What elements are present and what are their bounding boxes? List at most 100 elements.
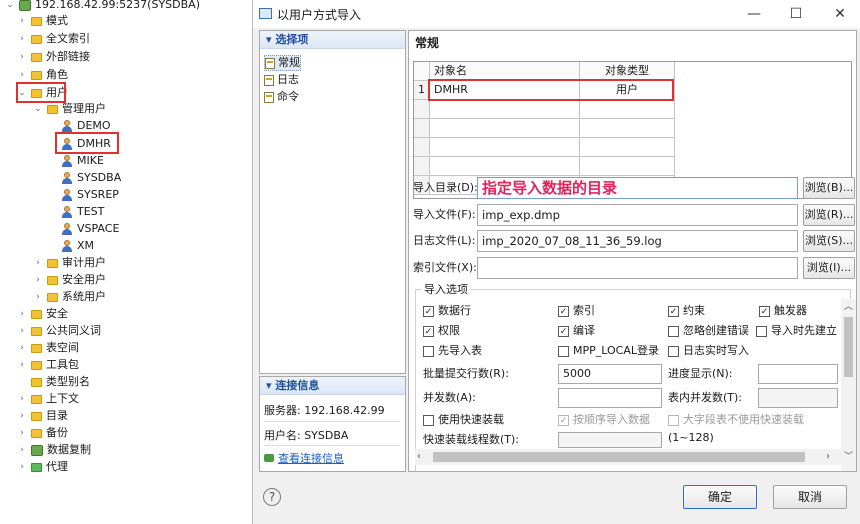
tree-item-public-synonym[interactable]: › 公共同义词 xyxy=(16,322,101,340)
browse-index-button[interactable]: 浏览(I)... xyxy=(803,257,855,279)
scroll-up-icon[interactable]: ︿ xyxy=(841,299,856,313)
opt-big-field-checkbox[interactable]: 大字段表不使用快速装载 xyxy=(668,412,804,428)
folder-icon xyxy=(31,16,42,26)
tree-item-replication[interactable]: › 数据复制 xyxy=(16,441,91,459)
ok-button[interactable]: 确定 xyxy=(683,485,757,509)
chevron-right-icon[interactable]: › xyxy=(16,390,28,408)
chevron-right-icon[interactable]: › xyxy=(16,407,28,425)
tree-item-fulltext[interactable]: › 全文索引 xyxy=(16,30,90,48)
parallel-input[interactable] xyxy=(558,388,662,408)
fast-threads-label: 快速装载线程数(T): xyxy=(423,433,520,446)
browse-file-button[interactable]: 浏览(R)... xyxy=(803,204,855,226)
tree-user-sysdba[interactable]: SYSDBA xyxy=(58,169,121,187)
chevron-right-icon[interactable]: › xyxy=(16,48,28,66)
browse-log-button[interactable]: 浏览(S)... xyxy=(803,230,855,252)
opt-fast-load-checkbox[interactable]: 使用快速装载 xyxy=(423,412,504,428)
scroll-thumb[interactable] xyxy=(844,317,853,377)
conn-header[interactable]: ▾ 连接信息 xyxy=(260,377,405,395)
tree-user-test[interactable]: TEST xyxy=(58,203,104,221)
table-parallel-input[interactable] xyxy=(758,388,838,408)
tree-item-admin-users[interactable]: ⌄ 管理用户 xyxy=(32,100,106,118)
opt-trigger-checkbox[interactable]: ✓ 触发器 xyxy=(759,303,807,319)
nav-item-log[interactable]: 日志 xyxy=(264,72,299,88)
import-file-input[interactable]: imp_exp.dmp xyxy=(477,204,798,226)
dialog-titlebar: 以用户方式导入 — ☐ ✕ xyxy=(253,0,860,28)
chevron-right-icon[interactable]: › xyxy=(16,441,28,459)
scroll-down-icon[interactable]: ﹀ xyxy=(841,449,856,463)
options-vertical-scrollbar[interactable]: ︿ ﹀ xyxy=(841,299,856,471)
tree-item-security[interactable]: › 安全 xyxy=(16,305,68,323)
minimize-button[interactable]: — xyxy=(743,4,765,24)
nav-item-command[interactable]: 命令 xyxy=(264,89,299,105)
opt-mpp-local-checkbox[interactable]: MPP_LOCAL登录 xyxy=(558,343,659,359)
chevron-down-icon[interactable]: ⌄ xyxy=(32,100,44,118)
log-file-input[interactable]: imp_2020_07_08_11_36_59.log xyxy=(477,230,798,252)
close-button[interactable]: ✕ xyxy=(829,4,851,24)
tree-item-system-users[interactable]: › 系统用户 xyxy=(32,288,106,306)
conn-link-row[interactable]: 查看连接信息 xyxy=(264,450,344,466)
import-dir-input[interactable]: 指定导入数据的目录 xyxy=(477,177,798,199)
progress-input[interactable] xyxy=(758,364,838,384)
chevron-right-icon[interactable]: › xyxy=(16,356,28,374)
tree-item-backup[interactable]: › 备份 xyxy=(16,424,68,442)
tree-item-directory[interactable]: › 目录 xyxy=(16,407,68,425)
tree-user-mike[interactable]: MIKE xyxy=(58,152,104,170)
opt-constraint-checkbox[interactable]: ✓ 约束 xyxy=(668,303,705,319)
maximize-button[interactable]: ☐ xyxy=(785,4,807,24)
fast-threads-input[interactable] xyxy=(558,432,662,448)
view-connection-link[interactable]: 查看连接信息 xyxy=(278,450,344,466)
tree-item-agent[interactable]: › 代理 xyxy=(16,458,68,476)
opt-index-checkbox[interactable]: ✓ 索引 xyxy=(558,303,595,319)
tree-item-context[interactable]: › 上下文 xyxy=(16,390,79,408)
hscroll-thumb[interactable] xyxy=(433,452,805,462)
scroll-left-icon[interactable]: ‹ xyxy=(417,450,429,464)
tree-item-label: 外部链接 xyxy=(46,50,90,63)
grid-cell-empty xyxy=(430,138,580,157)
tree-item-type-alias[interactable]: 类型别名 xyxy=(16,373,90,391)
chevron-right-icon[interactable]: › xyxy=(16,305,28,323)
chevron-right-icon[interactable]: › xyxy=(32,271,44,289)
tree-user-vspace[interactable]: VSPACE xyxy=(58,220,119,238)
chevron-right-icon[interactable]: › xyxy=(16,12,28,30)
tree-user-xm[interactable]: XM xyxy=(58,237,94,255)
help-icon[interactable]: ? xyxy=(263,488,281,506)
chevron-right-icon[interactable]: › xyxy=(16,424,28,442)
opt-compile-checkbox[interactable]: ✓ 编译 xyxy=(558,323,595,339)
tree-item-schema[interactable]: › 模式 xyxy=(16,12,68,30)
tree-item-tablespace[interactable]: › 表空间 xyxy=(16,339,79,357)
scroll-right-icon[interactable]: › xyxy=(826,450,838,464)
chevron-right-icon[interactable]: › xyxy=(16,458,28,476)
opt-table-first-checkbox[interactable]: 先导入表 xyxy=(423,343,482,359)
opt-label: 使用快速装载 xyxy=(438,413,504,426)
cancel-button[interactable]: 取消 xyxy=(773,485,847,509)
chevron-right-icon[interactable]: › xyxy=(16,30,28,48)
index-file-input[interactable] xyxy=(477,257,798,279)
chevron-right-icon[interactable]: › xyxy=(32,288,44,306)
nav-header[interactable]: ▾ 选择项 xyxy=(260,31,405,49)
nav-item-general[interactable]: 常规 xyxy=(264,55,301,71)
tree-item-audit-users[interactable]: › 审计用户 xyxy=(32,254,106,272)
opt-order-import-checkbox[interactable]: ✓ 按顺序导入数据 xyxy=(558,412,650,428)
chevron-right-icon[interactable]: › xyxy=(32,254,44,272)
opt-log-realtime-checkbox[interactable]: 日志实时写入 xyxy=(668,343,749,359)
import-options-legend: 导入选项 xyxy=(421,281,471,297)
tree-item-label: 安全 xyxy=(46,307,68,320)
tree-item-extlink[interactable]: › 外部链接 xyxy=(16,48,90,66)
grid-cell-empty xyxy=(430,119,580,138)
tree-item-security-users[interactable]: › 安全用户 xyxy=(32,271,106,289)
chevron-down-icon[interactable]: ⌄ xyxy=(4,0,16,14)
opt-grant-checkbox[interactable]: ✓ 权限 xyxy=(423,323,460,339)
grid-cell-empty xyxy=(430,100,580,119)
chevron-right-icon[interactable]: › xyxy=(16,322,28,340)
options-horizontal-scrollbar[interactable]: ‹ › xyxy=(415,449,841,465)
opt-import-first-checkbox[interactable]: 导入时先建立 xyxy=(756,323,840,339)
chevron-right-icon[interactable]: › xyxy=(16,339,28,357)
folder-icon xyxy=(31,428,42,438)
opt-rows-checkbox[interactable]: ✓ 数据行 xyxy=(423,303,471,319)
batch-commit-input[interactable]: 5000 xyxy=(558,364,662,384)
tree-item-label: 目录 xyxy=(46,409,68,422)
tree-item-package[interactable]: › 工具包 xyxy=(16,356,79,374)
tree-user-sysrep[interactable]: SYSREP xyxy=(58,186,119,204)
browse-dir-button[interactable]: 浏览(B)... xyxy=(803,177,855,199)
opt-ignore-error-checkbox[interactable]: 忽略创建错误 xyxy=(668,323,749,339)
